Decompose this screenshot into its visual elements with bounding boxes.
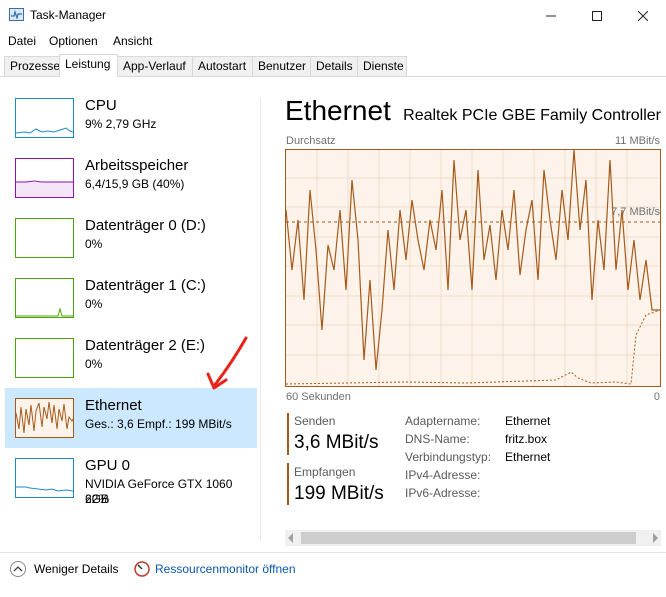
footer-bar: Weniger Details Ressourcenmonitor öffnen (0, 552, 666, 597)
property-key: IPv4-Adresse: (405, 468, 481, 482)
close-button[interactable] (620, 0, 666, 31)
receive-value: 199 MBit/s (294, 483, 384, 504)
resource-monitor-icon[interactable] (134, 561, 150, 577)
send-stat-bar (287, 413, 289, 455)
receive-label: Empfangen (294, 465, 356, 479)
resource-name: Ethernet (85, 397, 142, 414)
graph-label-scale: 7,7 MBit/s (611, 206, 660, 218)
resource-detail: 9% 2,79 GHz (85, 117, 157, 131)
graph-label-throughput: Durchsatz (286, 135, 336, 147)
resource-name: GPU 0 (85, 457, 131, 474)
receive-line (285, 149, 660, 371)
task-manager-app-icon (9, 8, 24, 21)
open-resource-monitor-link[interactable]: Ressourcenmonitor öffnen (155, 562, 296, 576)
adapter-name: Realtek PCIe GBE Family Controller (403, 107, 661, 124)
property-key: Verbindungstyp: (405, 450, 492, 464)
window-title: Task-Manager (30, 8, 107, 22)
throughput-graph-canvas (285, 149, 661, 386)
title-bar: Task-Manager (0, 0, 666, 31)
resource-name: Arbeitsspeicher (85, 157, 189, 174)
send-value: 3,6 MBit/s (294, 432, 379, 453)
resource-detail: NVIDIA GeForce GTX 1060 6GB (85, 477, 233, 506)
maximize-icon (592, 10, 602, 21)
resource-detail-2: 22% (85, 492, 110, 506)
resource-detail: 6,4/15,9 GB (40%) (85, 177, 185, 191)
resource-list: CPU 9% 2,79 GHz Arbeitsspeicher 6,4/15,9… (0, 86, 262, 556)
send-line (285, 309, 661, 385)
resource-detail: Ges.: 3,6 Empf.: 199 MBit/s (85, 417, 232, 431)
property-key: DNS-Name: (405, 432, 470, 446)
menu-optionen[interactable]: Optionen (49, 34, 98, 48)
tab-leistung[interactable]: Leistung (59, 54, 118, 77)
send-label: Senden (294, 414, 336, 428)
resource-detail: 0% (85, 237, 103, 251)
disk-0-mini-graph (15, 218, 74, 258)
resource-item-ethernet[interactable]: Ethernet Ges.: 3,6 Empf.: 199 MBit/s (5, 388, 257, 448)
detail-title: Ethernet (285, 95, 391, 126)
menu-bar: Datei Optionen Ansicht (0, 31, 666, 52)
panel-separator (260, 98, 261, 540)
property-value: Ethernet (505, 450, 551, 464)
tab-autostart[interactable]: Autostart (192, 56, 253, 76)
tab-prozesse[interactable]: Prozesse (4, 56, 60, 76)
disk-2-mini-graph (15, 338, 74, 378)
tab-benutzer[interactable]: Benutzer (252, 56, 311, 76)
resource-name: Datenträger 0 (D:) (85, 217, 206, 234)
resource-name: Datenträger 2 (E:) (85, 337, 206, 354)
memory-mini-graph (15, 158, 74, 198)
ethernet-mini-graph (15, 398, 74, 438)
property-value: fritz.box (505, 432, 548, 446)
minimize-icon (546, 15, 556, 16)
throughput-graph (285, 149, 661, 387)
chevron-up-icon[interactable] (10, 561, 26, 577)
property-key: IPv6-Adresse: (405, 486, 481, 500)
receive-stat-bar (287, 463, 289, 505)
resource-item-disk-1[interactable]: Datenträger 1 (C:) 0% (5, 268, 257, 328)
disk-1-mini-graph (15, 278, 74, 318)
property-value: Ethernet (505, 414, 551, 428)
scrollbar-thumb[interactable] (301, 532, 636, 544)
resource-name: CPU (85, 97, 117, 114)
graph-label-max: 11 MBit/s (614, 135, 660, 147)
property-key: Adaptername: (405, 414, 481, 428)
tab-app-verlauf[interactable]: App-Verlauf (117, 56, 193, 76)
gpu-mini-graph (15, 458, 74, 498)
resource-item-disk-0[interactable]: Datenträger 0 (D:) 0% (5, 208, 257, 268)
fewer-details-button[interactable]: Weniger Details (34, 562, 118, 576)
horizontal-scrollbar[interactable] (285, 530, 661, 546)
scroll-left-icon[interactable] (288, 533, 293, 543)
resource-item-cpu[interactable]: CPU 9% 2,79 GHz (5, 88, 257, 148)
resource-name: Datenträger 1 (C:) (85, 277, 206, 294)
resource-detail: 0% (85, 357, 103, 371)
resource-detail: 0% (85, 297, 103, 311)
maximize-button[interactable] (574, 0, 620, 31)
graph-label-time: 60 Sekunden (286, 391, 351, 403)
minimize-button[interactable] (528, 0, 574, 31)
red-arrow-annotation (206, 336, 248, 390)
resource-item-memory[interactable]: Arbeitsspeicher 6,4/15,9 GB (40%) (5, 148, 257, 208)
scroll-right-icon[interactable] (653, 533, 658, 543)
tab-details[interactable]: Details (310, 56, 358, 76)
close-icon (638, 10, 648, 21)
resource-item-gpu[interactable]: GPU 0 NVIDIA GeForce GTX 1060 6GB 22% (5, 448, 257, 508)
tab-dienste[interactable]: Dienste (357, 56, 407, 76)
tab-strip: Prozesse Leistung App-Verlauf Autostart … (0, 54, 666, 77)
menu-datei[interactable]: Datei (8, 34, 36, 48)
cpu-mini-graph (15, 98, 74, 138)
menu-ansicht[interactable]: Ansicht (113, 34, 152, 48)
graph-label-zero: 0 (653, 391, 660, 403)
